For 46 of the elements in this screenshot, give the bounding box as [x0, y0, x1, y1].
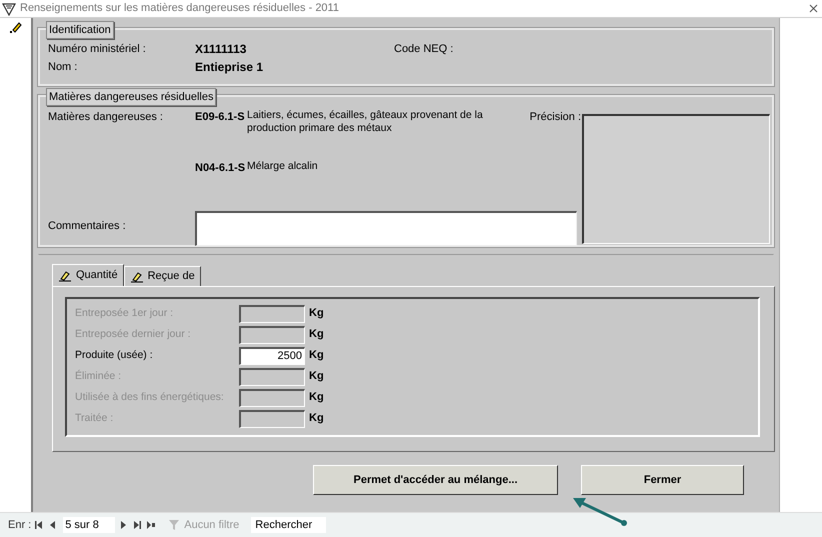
pencil-icon	[58, 270, 72, 282]
pencil-icon	[130, 270, 144, 282]
precision-field[interactable]	[582, 114, 770, 244]
field-label: Code NEQ :	[394, 42, 454, 57]
field-label: Utilisée à des fins énergétiques:	[75, 390, 225, 405]
window-title: Renseignements sur les matières dangereuses résiduelles - 2011	[20, 1, 340, 16]
section-legend: Identification	[46, 21, 114, 39]
unit-label: Kg	[309, 348, 324, 364]
pencil-icon	[10, 21, 22, 33]
field-label: Commentaires :	[48, 219, 126, 234]
field-label: Entreposée 1er jour :	[75, 306, 174, 321]
waste-code: E09-6.1-S	[195, 110, 246, 125]
record-position-field[interactable]: 5 sur 8	[63, 516, 116, 534]
field-label: Matières dangereuses :	[48, 110, 164, 125]
annotation-arrow	[573, 498, 627, 526]
action-button[interactable]: Permet d'accéder au mélange...	[313, 465, 558, 495]
field-label: Traitée :	[75, 410, 114, 426]
waste-description: Laitiers, écumes, écailles, gâteaux provenant de la production primare des métaux	[247, 109, 484, 135]
unit-label: Kg	[309, 306, 324, 322]
tab[interactable]: Quantité	[52, 264, 124, 286]
close-icon[interactable]	[809, 4, 818, 13]
field-label: Numéro ministériel :	[48, 42, 147, 57]
unit-label: Kg	[309, 411, 324, 426]
section-legend: Matières dangereuses résiduelles	[46, 88, 216, 106]
unit-label: Kg	[309, 390, 324, 406]
waste-code: N04-6.1-S	[195, 161, 246, 176]
unit-label: Kg	[309, 327, 324, 342]
quantity-field[interactable]: 2500	[239, 346, 305, 364]
unit-label: Kg	[309, 369, 324, 384]
field-label: Éliminée :	[75, 368, 122, 384]
field-value: Entieprise 1	[195, 59, 264, 76]
new-record-icon[interactable]	[147, 520, 158, 530]
field-label: Précision :	[528, 110, 582, 125]
app-logo-icon	[2, 2, 16, 16]
field-label: Entreposée dernier jour :	[75, 326, 192, 342]
comments-field[interactable]	[195, 211, 577, 246]
field-label: Nom :	[48, 60, 78, 75]
waste-description: Mélarge alcalin	[247, 160, 319, 174]
action-button[interactable]: Fermer	[581, 465, 744, 495]
field-label: Produite (usée) :	[75, 348, 154, 363]
record-label: Enr :	[8, 518, 32, 533]
tab[interactable]: Reçue de	[124, 266, 201, 286]
funnel-icon	[169, 520, 182, 530]
search-field[interactable]: Rechercher	[251, 516, 326, 534]
field-value: X1111113	[195, 41, 248, 58]
last-record-icon[interactable]	[133, 520, 144, 530]
